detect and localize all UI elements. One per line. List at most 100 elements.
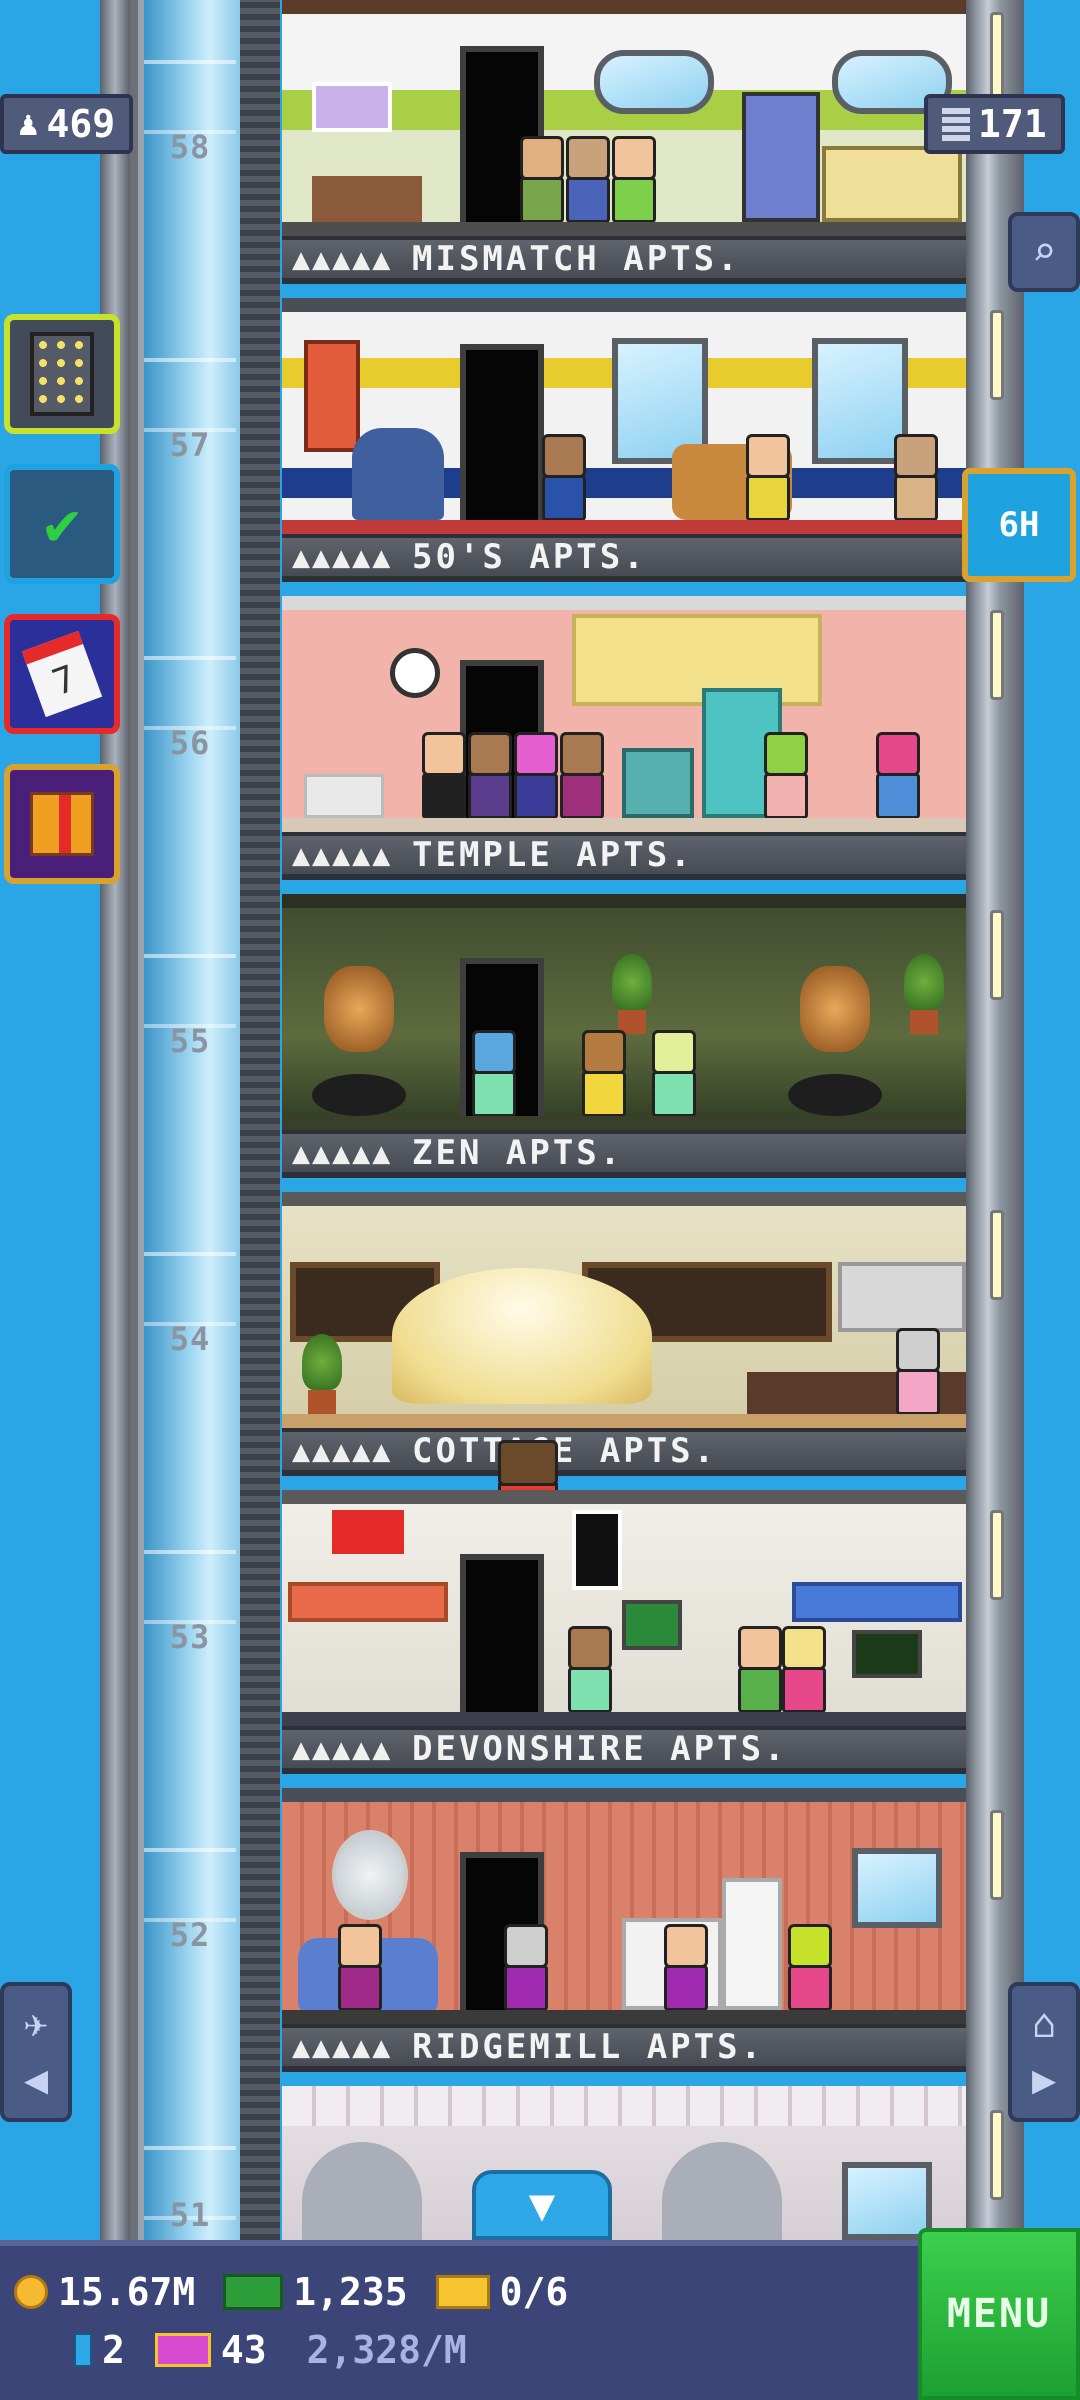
missions-button[interactable]: ✔ [4, 464, 120, 584]
resident-sprite[interactable] [520, 136, 564, 223]
floor-temple-apts[interactable]: ▲▲▲▲▲ TEMPLE APTS. [282, 596, 966, 894]
floor-name: RIDGEMILL APTS. [412, 2027, 765, 2067]
timer-tab[interactable]: 6H [962, 468, 1076, 582]
ticket-icon [435, 2275, 490, 2309]
resident-sprite[interactable] [468, 732, 512, 819]
resident-sprite[interactable] [582, 1030, 626, 1117]
floor-name: DEVONSHIRE APTS. [412, 1729, 788, 1769]
vip-icon [154, 2333, 211, 2367]
resident-sprite[interactable] [652, 1030, 696, 1117]
resident-sprite[interactable] [514, 732, 558, 819]
floor-name: MISMATCH APTS. [412, 239, 741, 279]
resource-row-top: 15.67M 1,235 0/6 [14, 2270, 568, 2314]
resident-sprite[interactable] [612, 136, 656, 223]
floor-nameplate: ▲▲▲▲▲ COTTAGE APTS. [282, 1428, 966, 1476]
ceiling [282, 298, 966, 312]
resident-sprite[interactable] [896, 1328, 940, 1415]
wallpaper [282, 2086, 966, 2126]
scroll-down-button[interactable]: ▼ [472, 2170, 612, 2240]
statue-head-icon [800, 966, 870, 1052]
floor-zen-apts[interactable]: ▲▲▲▲▲ ZEN APTS. [282, 894, 966, 1192]
scroll-left-button[interactable]: ✈ ◀ [0, 1982, 72, 2122]
floor-number: 54 [169, 1320, 211, 1358]
resident-sprite[interactable] [876, 732, 920, 819]
resident-sprite[interactable] [472, 1030, 516, 1117]
floor-51-partial[interactable] [282, 2086, 966, 2240]
floor-window [842, 2162, 932, 2240]
fire-bowl-icon [788, 1074, 882, 1116]
floor-line [282, 818, 966, 832]
gift-button[interactable] [4, 764, 120, 884]
computer-icon [622, 1600, 682, 1650]
build-floor-button[interactable] [4, 314, 120, 434]
floor-stars: ▲▲▲▲▲ [292, 241, 393, 277]
fire-bowl-icon [312, 1074, 406, 1116]
floor-number: 51 [169, 2196, 211, 2234]
floor-mismatch-apts[interactable]: ▲▲▲▲▲ MISMATCH APTS. [282, 0, 966, 298]
floor-devonshire-apts[interactable]: ▲▲▲▲▲ DEVONSHIRE APTS. [282, 1490, 966, 1788]
statue-head-icon [324, 966, 394, 1052]
arrow-right-icon: ▶ [1031, 2057, 1057, 2103]
floor-ridgemill-apts[interactable]: ▲▲▲▲▲ RIDGEMILL APTS. [282, 1788, 966, 2086]
resident-sprite[interactable] [566, 136, 610, 223]
floor-name: TEMPLE APTS. [412, 835, 694, 875]
floor-line [282, 520, 966, 534]
resident-sprite[interactable] [738, 1626, 782, 1713]
elevator-rails [240, 0, 280, 2240]
resident-sprite[interactable] [894, 434, 938, 521]
resident-sprite[interactable] [422, 732, 466, 819]
resident-sprite[interactable] [338, 1924, 382, 2011]
plant-icon [302, 1334, 342, 1414]
population-count: 469 [46, 102, 116, 146]
ceiling [282, 894, 966, 908]
income-rate: 2,328/M [306, 2328, 467, 2372]
frame-light [990, 1510, 1004, 1600]
floors-badge[interactable]: 171 [924, 94, 1065, 154]
computer-icon [852, 1630, 922, 1678]
resident-sprite[interactable] [782, 1626, 826, 1713]
vip-value: 43 [220, 2328, 267, 2372]
resident-sprite[interactable] [504, 1924, 548, 2011]
floor-room [282, 1490, 966, 1726]
resident-sprite[interactable] [664, 1924, 708, 2011]
fridge-icon [722, 1878, 782, 2010]
resident-sprite[interactable] [764, 732, 808, 819]
painting-icon [304, 340, 360, 452]
scroll-right-button[interactable]: ⌂ ▶ [1008, 1982, 1080, 2122]
calendar-icon: 7 [21, 630, 103, 718]
search-button[interactable]: ⌕ [1008, 212, 1080, 292]
parachute-icon[interactable] [392, 1268, 652, 1404]
coin-icon [14, 2275, 48, 2309]
population-badge[interactable]: ♟ 469 [0, 94, 134, 154]
home-icon: ⌂ [1031, 2001, 1057, 2047]
floor-line [282, 1414, 966, 1428]
floor-nameplate: ▲▲▲▲▲ ZEN APTS. [282, 1130, 966, 1178]
floor-room [282, 298, 966, 534]
floor-room [282, 0, 966, 236]
resident-sprite[interactable] [746, 434, 790, 521]
resource-row-bottom: 2 43 2,328/M [74, 2328, 467, 2372]
bux-icon [223, 2274, 284, 2310]
floor-nameplate: ▲▲▲▲▲ TEMPLE APTS. [282, 832, 966, 880]
floor-cottage-apts[interactable]: ▲▲▲▲▲ COTTAGE APTS. [282, 1192, 966, 1490]
coins-value: 15.67M [58, 2270, 196, 2314]
menu-button[interactable]: MENU [918, 2228, 1080, 2400]
floor-50s-apts[interactable]: ▲▲▲▲▲ 50'S APTS. [282, 298, 966, 596]
arch-icon [302, 2142, 422, 2240]
calendar-button[interactable]: 7 [4, 614, 120, 734]
floor-stars: ▲▲▲▲▲ [292, 2029, 393, 2065]
floor-nameplate: ▲▲▲▲▲ 50'S APTS. [282, 534, 966, 582]
arch-icon [662, 2142, 782, 2240]
floor-number: 58 [169, 128, 211, 166]
elevator-icon [74, 2333, 92, 2367]
loft-bed-icon [288, 1582, 448, 1622]
floor-number: 53 [169, 1618, 211, 1656]
resident-sprite[interactable] [568, 1626, 612, 1713]
frame-light [990, 1810, 1004, 1900]
resident-sprite[interactable] [560, 732, 604, 819]
resident-sprite[interactable] [542, 434, 586, 521]
resident-sprite[interactable] [788, 1924, 832, 2011]
floor-window [852, 1848, 942, 1928]
arrow-down-icon: ▼ [528, 2179, 556, 2231]
tickets-value: 0/6 [499, 2270, 569, 2314]
